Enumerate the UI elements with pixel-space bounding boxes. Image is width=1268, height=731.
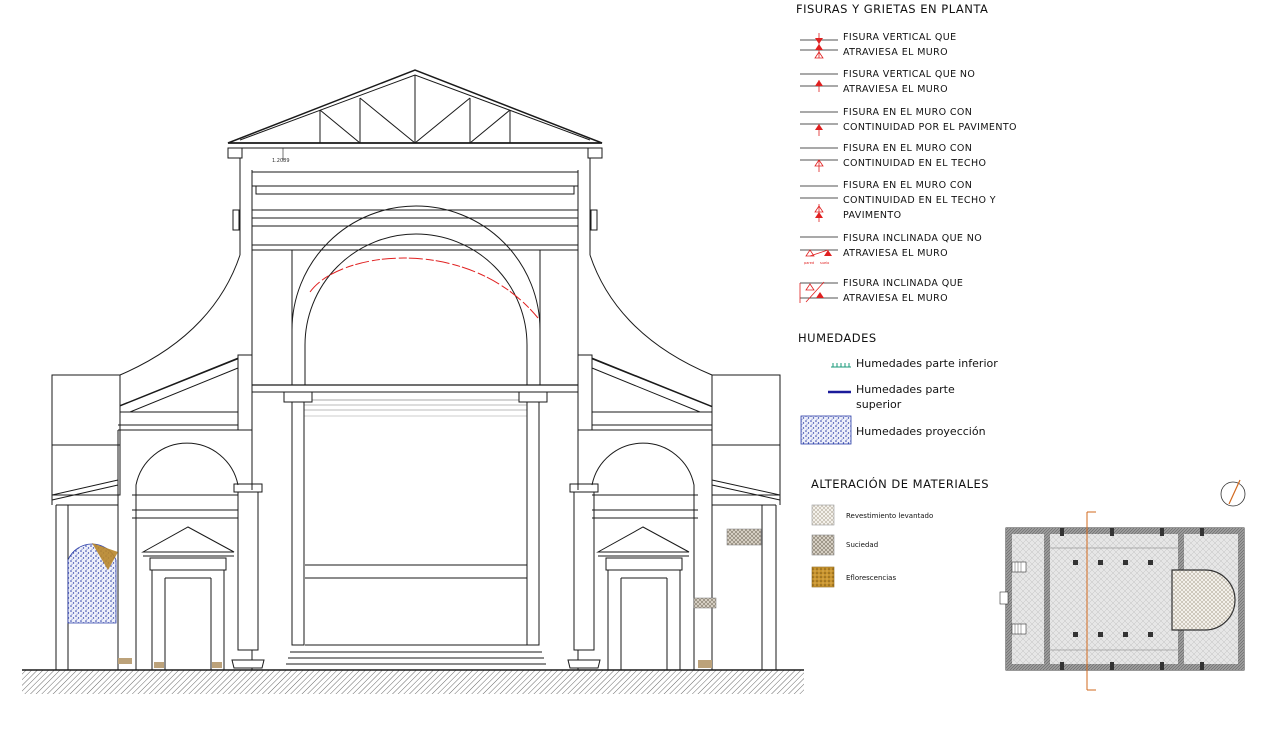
fisura-2-line1: FISURA VERTICAL QUE NO (843, 69, 975, 80)
material-3-label: Eflorescencias (846, 574, 896, 582)
legend-humedades: HUMEDADES Humedades parte inferior Humed… (798, 331, 998, 445)
eflorescencias-symbol (811, 566, 835, 588)
fisura-1-line2: ATRAVIESA EL MURO (843, 47, 948, 58)
humedad-proyeccion-area (67, 543, 118, 624)
suciedad-patch (726, 528, 762, 546)
dimension-label: 1.2089 (272, 158, 290, 164)
humedad-inferior-symbol (831, 363, 851, 368)
left-aisle (117, 424, 239, 670)
ground-hatch (22, 670, 804, 694)
fisura-1-line1: FISURA VERTICAL QUE (843, 32, 956, 43)
fisura-6-line1: FISURA INCLINADA QUE NO (843, 233, 982, 244)
fisura-5-line1: FISURA EN EL MURO CON (843, 180, 972, 191)
fisura-2-line2: ATRAVIESA EL MURO (843, 84, 948, 95)
humedad-proyeccion-symbol (800, 415, 852, 445)
material-2-label: Suciedad (846, 541, 878, 549)
svg-text:pared: pared (804, 261, 814, 265)
fisura-7-line1: FISURA INCLINADA QUE (843, 278, 963, 289)
legend-materiales-title: ALTERACIÓN DE MATERIALES (811, 476, 989, 491)
side-roofs (51, 254, 781, 496)
humedad-3-line1: Humedades proyección (856, 425, 986, 438)
fisura-5-line2: CONTINUIDAD EN EL TECHO Y (843, 195, 996, 206)
suciedad-patch-2 (693, 597, 717, 609)
central-arch (252, 205, 578, 665)
legend-humedades-title: HUMEDADES (798, 331, 877, 345)
fisura-5-line3: PAVIMENTO (843, 210, 902, 221)
main-piers (231, 430, 601, 669)
suciedad-symbol (811, 534, 835, 556)
revestimiento-symbol (811, 504, 835, 526)
right-aisle (591, 424, 713, 670)
humedad-2-line2: superior (856, 398, 902, 411)
fisura-3-line1: FISURA EN EL MURO CON (843, 107, 972, 118)
fisura-6-line2: ATRAVIESA EL MURO (843, 248, 948, 259)
fisura-4-line1: FISURA EN EL MURO CON (843, 143, 972, 154)
drawing-canvas: 1.2089 FISURAS Y GRIETAS EN PLANTA pared… (0, 0, 1268, 727)
humedad-2-line1: Humedades parte (856, 383, 955, 396)
fisura-7-line2: ATRAVIESA EL MURO (843, 293, 948, 304)
church-section-drawing: 1.2089 (22, 69, 804, 694)
outer-wings (51, 479, 781, 670)
legend-materiales: ALTERACIÓN DE MATERIALES Revestimiento l… (811, 476, 989, 588)
fisura-4-line2: CONTINUIDAD EN EL TECHO (843, 158, 986, 169)
central-tower: 1.2089 (227, 69, 603, 670)
fisura-3-line2: CONTINUIDAD POR EL PAVIMENTO (843, 122, 1017, 133)
legend-fisuras-title: FISURAS Y GRIETAS EN PLANTA (796, 2, 988, 16)
humedad-1-line1: Humedades parte inferior (856, 357, 998, 370)
crack-arc-mark (309, 257, 539, 319)
svg-text:suelo: suelo (820, 261, 829, 265)
key-plan (999, 479, 1246, 691)
material-1-label: Revestimiento levantado (846, 512, 933, 520)
legend-fisuras: FISURAS Y GRIETAS EN PLANTA pared suelo … (796, 2, 1017, 304)
